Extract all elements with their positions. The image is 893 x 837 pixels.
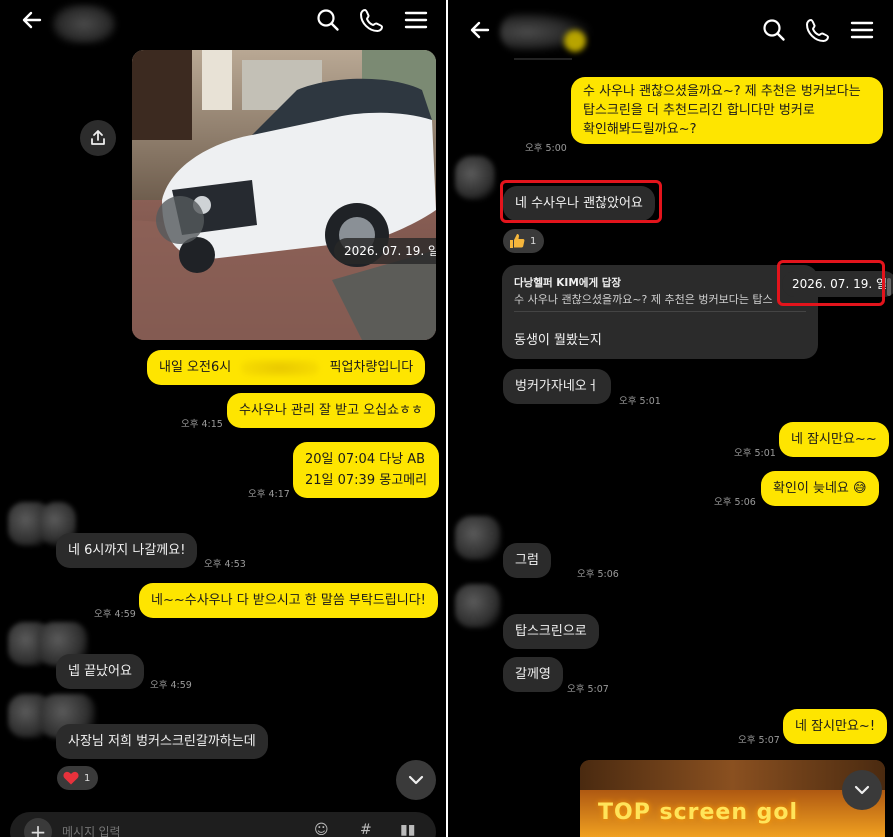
scroll-down-button[interactable] bbox=[396, 760, 436, 800]
search-icon[interactable] bbox=[760, 16, 788, 44]
plus-icon[interactable]: + bbox=[24, 818, 52, 837]
car-image bbox=[132, 50, 436, 340]
reply-text: 동생이 뭘봤는지 bbox=[514, 333, 602, 348]
chat-header bbox=[448, 0, 893, 52]
message-bubble[interactable]: 사장님 저희 벙커스크린갈까하는데 bbox=[56, 724, 268, 759]
message-bubble[interactable]: 네 잠시만요~! bbox=[783, 709, 888, 744]
redacted-text bbox=[241, 358, 320, 377]
message-bubble[interactable]: 갈께영 bbox=[503, 657, 563, 692]
timestamp: 오후 5:01 bbox=[619, 396, 661, 407]
reaction-badge[interactable]: 1 bbox=[57, 766, 99, 790]
timestamp: 오후 5:07 bbox=[567, 684, 609, 695]
message-input-bar: + ☺ # ▮▮ bbox=[10, 812, 436, 837]
timestamp: 오후 4:15 bbox=[181, 419, 223, 430]
message-input[interactable] bbox=[62, 822, 242, 837]
highlight-box bbox=[500, 180, 662, 223]
thumbs-up-icon bbox=[510, 234, 525, 248]
highlight-box bbox=[777, 260, 885, 306]
avatar[interactable] bbox=[455, 516, 501, 560]
emoji-icon[interactable]: ☺ bbox=[314, 822, 329, 837]
message-bubble[interactable]: 수사우나 관리 잘 받고 오십쇼ㅎㅎ bbox=[227, 393, 435, 428]
message-bubble[interactable]: 그럼 bbox=[503, 543, 551, 578]
photo-date-chip: 2026. 07. 19. 일 bbox=[334, 238, 436, 264]
message-bubble[interactable]: 내일 오전6시 픽업차량입니다 bbox=[147, 350, 426, 385]
menu-icon[interactable] bbox=[402, 6, 430, 34]
message-bubble[interactable]: 네 잠시만요~~ bbox=[779, 422, 889, 457]
scrollbar[interactable] bbox=[887, 278, 891, 296]
timestamp: 오후 4:59 bbox=[150, 680, 192, 691]
banner-top bbox=[580, 760, 885, 790]
photo-preview[interactable]: TOP screen gol bbox=[580, 760, 885, 837]
reply-header: 다낭헬퍼 KIM에게 답장 bbox=[514, 277, 622, 289]
message-bubble[interactable]: 수 사우나 괜찮으셨을까요~? 제 추천은 벙커보다는 탑스크린을 더 추천드리… bbox=[571, 77, 883, 144]
timestamp: 오후 4:53 bbox=[204, 559, 246, 570]
share-icon bbox=[91, 130, 105, 145]
divider bbox=[514, 311, 806, 312]
search-icon[interactable] bbox=[314, 6, 342, 34]
timestamp: 오후 5:06 bbox=[577, 569, 619, 580]
message-bubble[interactable]: 20일 07:04 다낭 AB 21일 07:39 몽고메리 bbox=[293, 442, 440, 498]
banner-sign-text: TOP screen gol bbox=[598, 800, 799, 825]
chat-title-redacted bbox=[52, 4, 116, 44]
back-arrow-icon[interactable] bbox=[466, 16, 494, 44]
message-bubble[interactable]: 확인이 늦네요 😅 bbox=[761, 471, 879, 506]
heart-icon bbox=[63, 771, 79, 785]
voice-icon[interactable]: ▮▮ bbox=[400, 822, 415, 837]
hashtag-icon[interactable]: # bbox=[360, 822, 372, 837]
avatar[interactable] bbox=[455, 584, 501, 628]
chat-panel-left: 2026. 07. 19. 일 내일 오전6시 픽업차량입니다 오후 4:15 … bbox=[0, 0, 446, 837]
chevron-down-icon bbox=[854, 785, 870, 795]
car-photo[interactable]: 2026. 07. 19. 일 bbox=[132, 50, 436, 340]
message-bubble[interactable]: 네 6시까지 나갈께요! bbox=[56, 533, 198, 568]
reply-message[interactable]: 다낭헬퍼 KIM에게 답장 수 사우나 괜찮으셨을까요~? 제 추천은 벙커보다… bbox=[502, 265, 818, 359]
share-button[interactable] bbox=[80, 120, 116, 156]
message-bubble[interactable]: 네~~수사우나 다 받으시고 한 말씀 부탁드립니다! bbox=[139, 583, 438, 618]
chevron-down-icon bbox=[408, 775, 424, 785]
phone-icon[interactable] bbox=[358, 6, 386, 34]
scroll-down-button[interactable] bbox=[842, 770, 882, 810]
divider bbox=[514, 58, 572, 60]
timestamp: 오후 4:59 bbox=[94, 609, 136, 620]
reply-original-text: 수 사우나 괜찮으셨을까요~? 제 추천은 벙커보다는 탑스 bbox=[514, 293, 773, 306]
menu-icon[interactable] bbox=[848, 16, 876, 44]
message-bubble[interactable]: 탑스크린으로 bbox=[503, 614, 599, 649]
timestamp: 오후 5:01 bbox=[734, 448, 776, 459]
phone-icon[interactable] bbox=[804, 16, 832, 44]
timestamp: 오후 5:07 bbox=[738, 735, 780, 746]
message-bubble[interactable]: 벙커가자네오ㅓ bbox=[503, 369, 611, 404]
timestamp: 오후 5:06 bbox=[714, 497, 756, 508]
timestamp: 오후 4:17 bbox=[248, 489, 290, 500]
chat-header bbox=[0, 0, 446, 44]
avatar[interactable] bbox=[455, 156, 495, 200]
back-arrow-icon[interactable] bbox=[18, 6, 46, 34]
timestamp: 오후 5:00 bbox=[525, 143, 567, 154]
reaction-badge[interactable]: 1 bbox=[503, 229, 545, 253]
message-bubble[interactable]: 넵 끝났어요 bbox=[56, 654, 144, 689]
profile-badge-redacted bbox=[564, 30, 586, 52]
